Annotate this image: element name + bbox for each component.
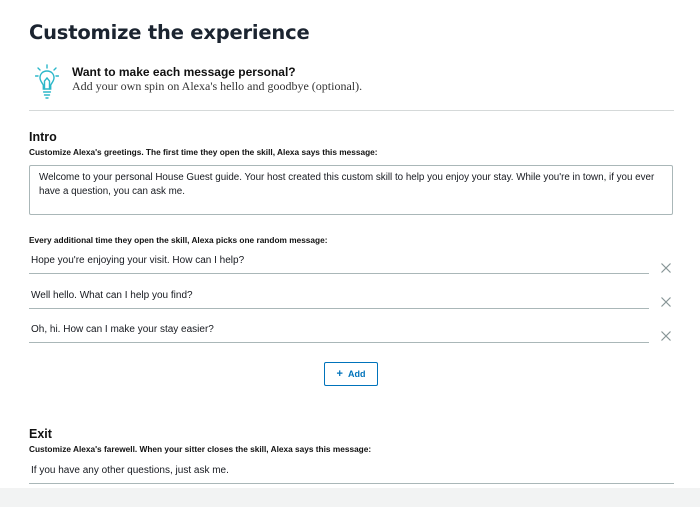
random-message-input[interactable]: Hope you're enjoying your visit. How can… bbox=[29, 252, 649, 274]
exit-title: Exit bbox=[29, 427, 52, 441]
intro-first-message-textarea[interactable]: Welcome to your personal House Guest gui… bbox=[29, 165, 673, 215]
random-message-input[interactable]: Oh, hi. How can I make your stay easier? bbox=[29, 321, 649, 343]
random-message-text: Oh, hi. How can I make your stay easier? bbox=[31, 324, 214, 335]
exit-caption: Customize Alexa's farewell. When your si… bbox=[29, 444, 372, 454]
page-title: Customize the experience bbox=[29, 21, 310, 44]
customize-experience-page: Customize the experience Want to make ea… bbox=[0, 0, 700, 507]
exit-message-input[interactable]: If you have any other questions, just as… bbox=[29, 462, 674, 484]
random-message-text: Well hello. What can I help you find? bbox=[31, 290, 193, 301]
plus-icon: + bbox=[336, 367, 343, 380]
intro-caption: Customize Alexa's greetings. The first t… bbox=[29, 147, 378, 157]
lightbulb-icon bbox=[34, 64, 60, 102]
tip-subtext: Add your own spin on Alexa's hello and g… bbox=[72, 79, 363, 93]
remove-message-close-icon[interactable] bbox=[660, 295, 672, 307]
intro-title: Intro bbox=[29, 130, 57, 144]
footer-band bbox=[0, 488, 700, 507]
exit-message-text: If you have any other questions, just as… bbox=[31, 465, 229, 476]
random-message-input[interactable]: Well hello. What can I help you find? bbox=[29, 287, 649, 309]
add-button-label: Add bbox=[347, 369, 366, 379]
remove-message-close-icon[interactable] bbox=[660, 329, 672, 341]
remove-message-close-icon[interactable] bbox=[660, 261, 672, 273]
random-messages-caption: Every additional time they open the skil… bbox=[29, 235, 328, 245]
random-message-text: Hope you're enjoying your visit. How can… bbox=[31, 255, 245, 266]
tip-heading: Want to make each message personal? bbox=[72, 65, 296, 79]
divider bbox=[29, 110, 674, 111]
add-message-button[interactable]: + Add bbox=[324, 362, 378, 386]
